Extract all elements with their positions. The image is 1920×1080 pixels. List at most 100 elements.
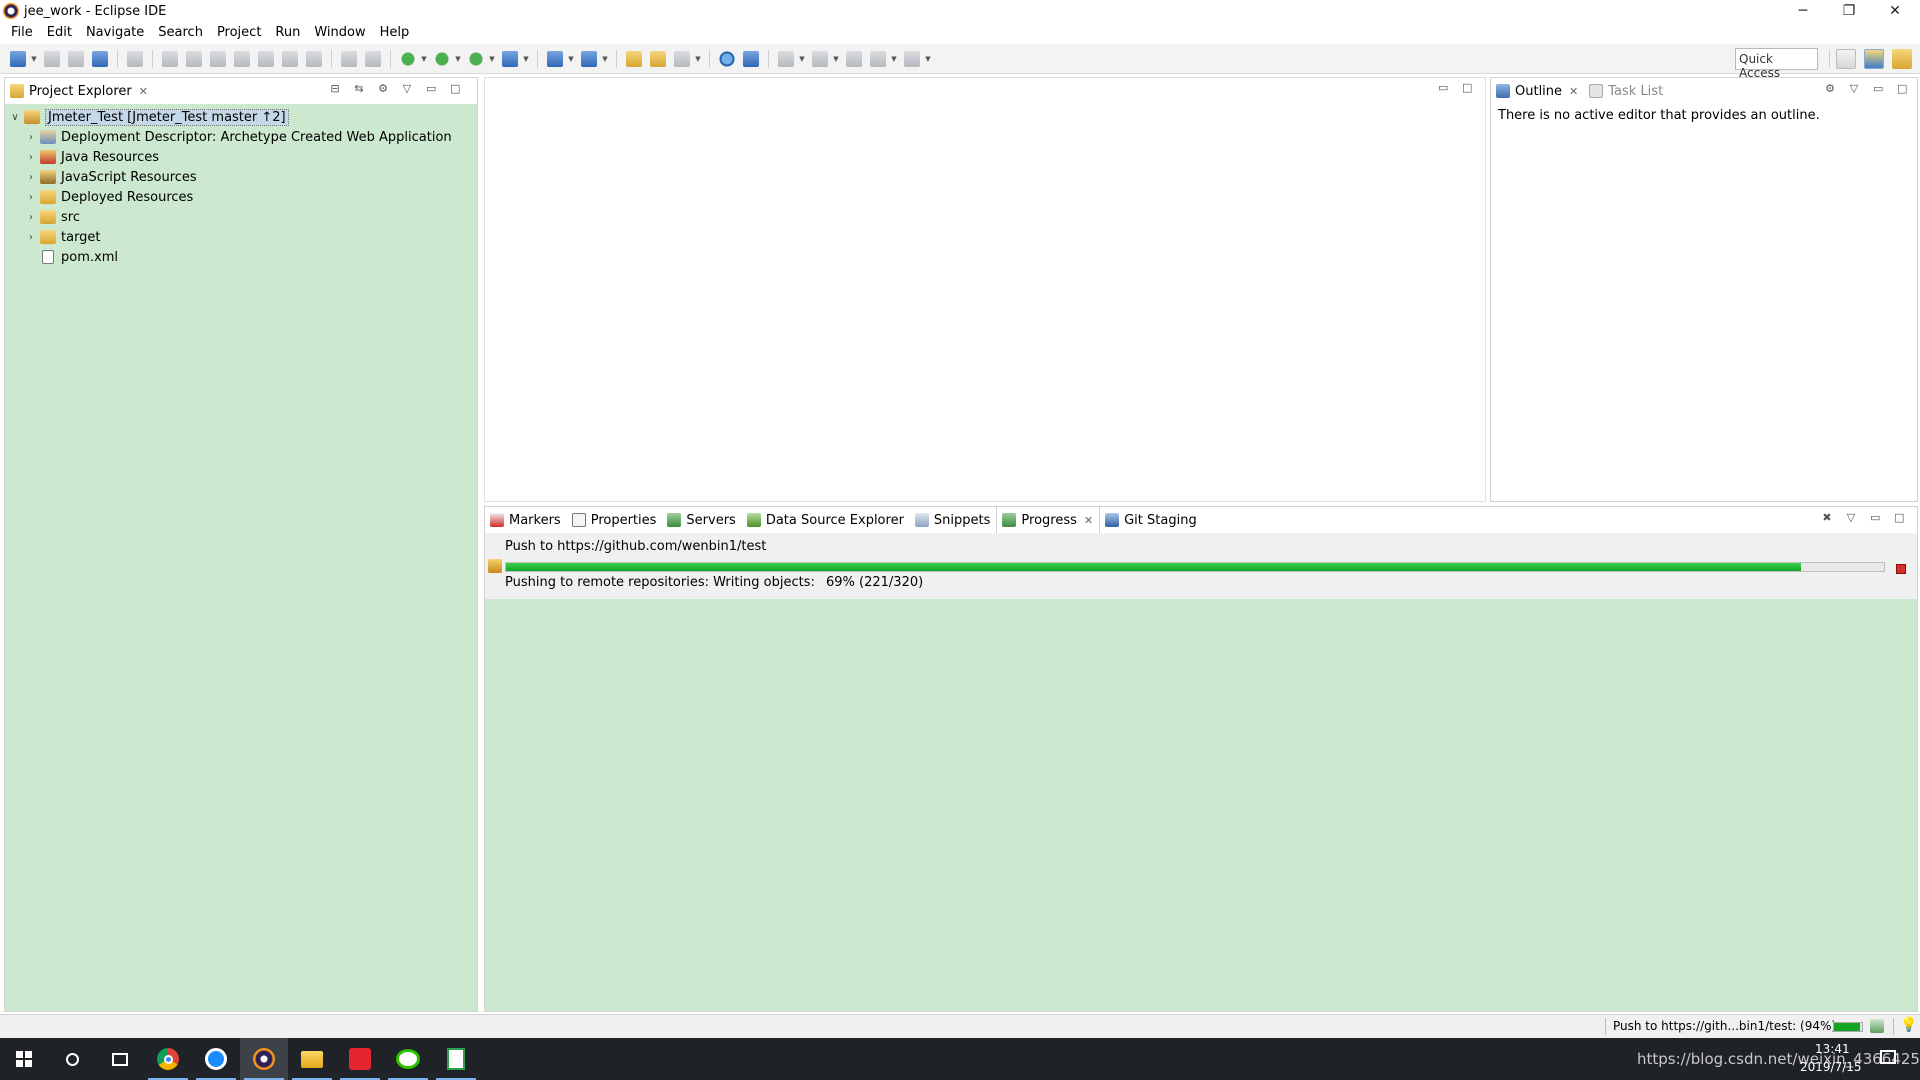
menu-run[interactable]: Run xyxy=(268,25,307,40)
chevron-down-icon[interactable]: ▼ xyxy=(522,51,530,67)
debug-perspective-icon[interactable] xyxy=(1892,49,1912,69)
chevron-right-icon[interactable]: › xyxy=(25,152,37,163)
status-progress-text[interactable]: Push to https://gith...bin1/test: (94%) xyxy=(1613,1019,1836,1033)
menu-project[interactable]: Project xyxy=(210,25,268,40)
tree-item-java-resources[interactable]: › Java Resources xyxy=(5,147,477,167)
tree-item-javascript-resources[interactable]: › JavaScript Resources xyxy=(5,167,477,187)
globe-icon[interactable] xyxy=(719,50,735,67)
lightbulb-icon[interactable]: 💡 xyxy=(1900,1017,1917,1033)
maximize-icon[interactable]: □ xyxy=(450,82,460,95)
open-task-icon[interactable] xyxy=(650,50,666,67)
terminate-icon[interactable] xyxy=(210,50,226,67)
save-icon[interactable] xyxy=(44,50,60,67)
qq-browser-icon[interactable] xyxy=(192,1038,240,1080)
minimize-icon[interactable]: ▭ xyxy=(1870,511,1880,524)
tab-markers[interactable]: Markers xyxy=(485,507,567,533)
chevron-down-icon[interactable]: ▼ xyxy=(694,51,702,67)
chevron-down-icon[interactable]: ▼ xyxy=(567,51,575,67)
task-view-icon[interactable] xyxy=(96,1038,144,1080)
tab-servers[interactable]: Servers xyxy=(662,507,741,533)
external-tools-icon[interactable] xyxy=(502,50,518,67)
chevron-down-icon[interactable]: ▼ xyxy=(601,51,609,67)
file-explorer-icon[interactable] xyxy=(288,1038,336,1080)
focus-icon[interactable]: ⚙ xyxy=(1825,82,1835,95)
tab-data-source-explorer[interactable]: Data Source Explorer xyxy=(742,507,910,533)
last-edit-location-icon[interactable] xyxy=(846,50,862,67)
maximize-icon[interactable]: □ xyxy=(1897,82,1907,95)
stop-icon[interactable] xyxy=(1896,564,1906,574)
chrome-icon[interactable] xyxy=(144,1038,192,1080)
chevron-down-icon[interactable]: ▼ xyxy=(30,51,38,67)
youdao-dict-icon[interactable] xyxy=(336,1038,384,1080)
run-icon[interactable] xyxy=(434,50,450,67)
tab-properties[interactable]: Properties xyxy=(567,507,663,533)
tab-task-list[interactable]: Task List xyxy=(1584,78,1669,104)
minimize-icon[interactable]: ▭ xyxy=(426,82,436,95)
minimize-icon[interactable]: ▭ xyxy=(1873,82,1883,95)
menu-navigate[interactable]: Navigate xyxy=(79,25,151,40)
wechat-icon[interactable] xyxy=(384,1038,432,1080)
tab-project-explorer[interactable]: Project Explorer ✕ xyxy=(5,78,154,104)
progress-view-icon[interactable] xyxy=(1870,1019,1884,1033)
tree-item-target[interactable]: › target xyxy=(5,227,477,247)
remove-all-finished-icon[interactable]: ✖ xyxy=(1822,511,1832,524)
chevron-down-icon[interactable]: ▼ xyxy=(924,51,932,67)
chevron-right-icon[interactable]: › xyxy=(25,212,37,223)
menu-help[interactable]: Help xyxy=(373,25,417,40)
link-with-editor-icon[interactable]: ⇆ xyxy=(354,82,364,95)
tab-snippets[interactable]: Snippets xyxy=(910,507,996,533)
debug-icon[interactable] xyxy=(400,50,416,67)
close-icon[interactable]: ✕ xyxy=(139,85,148,98)
chevron-down-icon[interactable]: ▼ xyxy=(454,51,462,67)
minimize-button[interactable]: ─ xyxy=(1780,0,1826,22)
skip-breakpoints-icon[interactable] xyxy=(127,50,143,67)
maximize-icon[interactable]: □ xyxy=(1894,511,1904,524)
close-icon[interactable]: ✕ xyxy=(1084,514,1093,527)
tree-item-deployment-descriptor[interactable]: › Deployment Descriptor: Archetype Creat… xyxy=(5,127,477,147)
forward-icon[interactable] xyxy=(904,50,920,67)
tree-item-pom-xml[interactable]: pom.xml xyxy=(5,247,477,267)
chevron-down-icon[interactable]: ▼ xyxy=(832,51,840,67)
save-all-icon[interactable] xyxy=(68,50,84,67)
chevron-down-icon[interactable]: ▼ xyxy=(488,51,496,67)
notepad-icon[interactable] xyxy=(432,1038,480,1080)
maximize-icon[interactable]: □ xyxy=(1462,81,1472,94)
step-over-icon[interactable] xyxy=(282,50,298,67)
collapse-all-icon[interactable]: ⊟ xyxy=(330,82,340,95)
view-menu-icon[interactable]: ▽ xyxy=(402,82,412,95)
chevron-right-icon[interactable]: › xyxy=(25,192,37,203)
eclipse-icon[interactable] xyxy=(240,1038,288,1080)
clock-date[interactable]: 2019/7/15 xyxy=(1800,1060,1862,1074)
chevron-down-icon[interactable]: ∨ xyxy=(9,112,21,123)
chevron-right-icon[interactable]: › xyxy=(25,232,37,243)
disconnect-icon[interactable] xyxy=(234,50,250,67)
use-step-filters-icon[interactable] xyxy=(365,50,381,67)
search-icon[interactable] xyxy=(674,50,690,67)
chevron-right-icon[interactable]: › xyxy=(25,172,37,183)
back-icon[interactable] xyxy=(870,50,886,67)
editor-area[interactable]: ▭ □ xyxy=(484,77,1486,502)
notification-icon[interactable] xyxy=(1880,1050,1896,1064)
tab-outline[interactable]: Outline ✕ xyxy=(1491,78,1585,104)
clock-time[interactable]: 13:41 xyxy=(1815,1042,1850,1056)
step-return-icon[interactable] xyxy=(306,50,322,67)
previous-annotation-icon[interactable] xyxy=(812,50,828,67)
coverage-icon[interactable] xyxy=(468,50,484,67)
drop-to-frame-icon[interactable] xyxy=(341,50,357,67)
suspend-icon[interactable] xyxy=(186,50,202,67)
resume-icon[interactable] xyxy=(162,50,178,67)
step-into-icon[interactable] xyxy=(258,50,274,67)
close-icon[interactable]: ✕ xyxy=(1569,85,1578,98)
close-button[interactable]: ✕ xyxy=(1872,0,1918,22)
new-server-icon[interactable] xyxy=(547,50,563,67)
tree-item-src[interactable]: › src xyxy=(5,207,477,227)
tab-git-staging[interactable]: Git Staging xyxy=(1100,507,1203,533)
open-perspective-icon[interactable] xyxy=(1836,49,1856,69)
view-menu-icon[interactable]: ▽ xyxy=(1849,82,1859,95)
tree-item-deployed-resources[interactable]: › Deployed Resources xyxy=(5,187,477,207)
tab-progress[interactable]: Progress ✕ xyxy=(996,507,1101,533)
status-progress-bar[interactable] xyxy=(1833,1022,1863,1032)
menu-search[interactable]: Search xyxy=(151,25,210,40)
quick-access-input[interactable]: Quick Access xyxy=(1735,48,1818,80)
menu-file[interactable]: File xyxy=(4,25,40,40)
